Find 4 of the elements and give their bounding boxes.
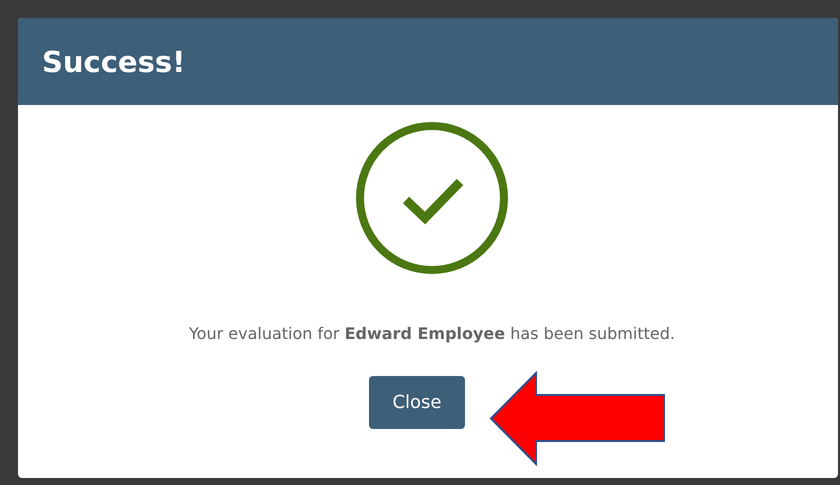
checkmark-circle-icon — [356, 122, 508, 274]
close-button[interactable]: Close — [369, 376, 465, 429]
dialog-title: Success! — [42, 44, 186, 78]
confirmation-message: Your evaluation for Edward Employee has been submitted. — [189, 324, 675, 343]
